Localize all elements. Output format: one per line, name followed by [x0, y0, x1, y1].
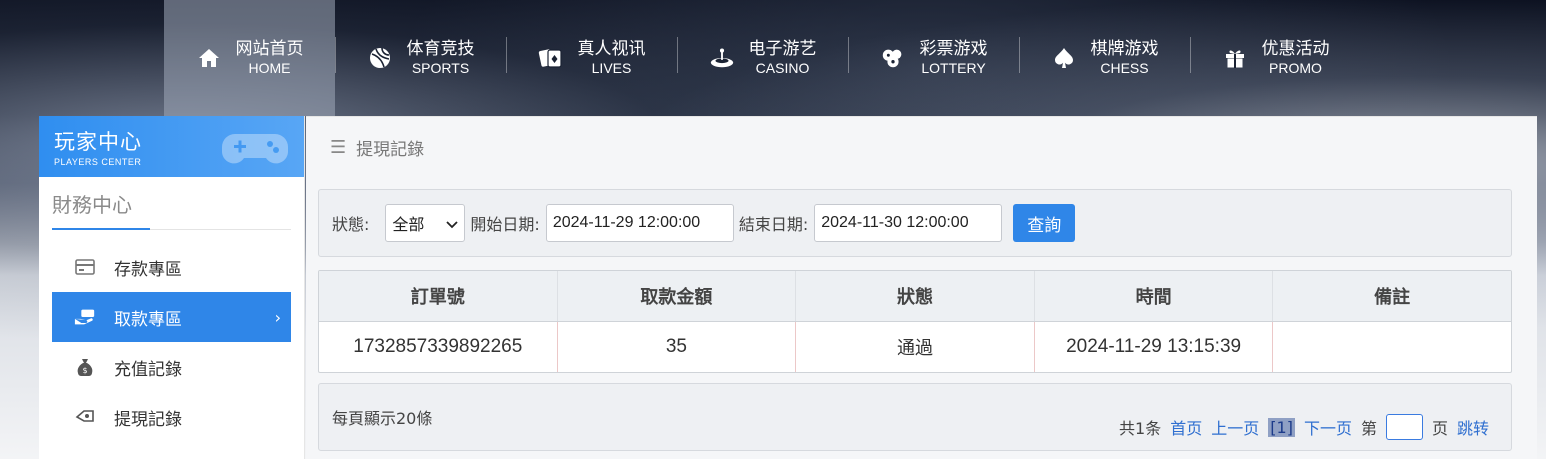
- query-button[interactable]: 查詢: [1013, 204, 1076, 242]
- nav-promo-cn: 优惠活动: [1261, 38, 1330, 59]
- header-time: 時間: [1035, 271, 1274, 321]
- spade-icon: [1051, 45, 1077, 71]
- sidebar-item-label: 提現記錄: [114, 409, 182, 430]
- jump-link[interactable]: 跳转: [1457, 415, 1489, 439]
- top-nav: 网站首页 HOME 体育竞技 SPORTS 真人视讯 LIVES 电子游艺 CA…: [164, 0, 1361, 116]
- nav-sports-en: SPORTS: [411, 59, 470, 76]
- nav-lives-cn: 真人视讯: [577, 38, 646, 59]
- sidebar-item-label: 充值記錄: [114, 359, 182, 380]
- table-header-row: 訂單號 取款金額 狀態 時間 備註: [319, 271, 1511, 322]
- main-panel: ☰ 提現記錄 狀態: 全部 開始日期: 2024-11-29 12:00:00 …: [306, 116, 1537, 459]
- nav-lottery[interactable]: 彩票游戏 LOTTERY: [848, 0, 1019, 116]
- cell-time: 2024-11-29 13:15:39: [1035, 322, 1274, 372]
- nav-lottery-cn: 彩票游戏: [919, 38, 988, 59]
- deposit-card-icon: [74, 256, 96, 278]
- nav-chess[interactable]: 棋牌游戏 CHESS: [1019, 0, 1190, 116]
- nav-lives[interactable]: 真人视讯 LIVES: [506, 0, 677, 116]
- sidebar-item-label: 取款專區: [114, 309, 182, 330]
- pagination-bar: 每頁顯示20條 共1条 首页 上一页 [1] 下一页 第 页 跳转: [318, 383, 1512, 451]
- chevron-down-icon: [446, 214, 459, 233]
- money-bag-icon: $: [74, 356, 96, 378]
- nav-chess-cn: 棋牌游戏: [1090, 38, 1159, 59]
- header-amount: 取款金額: [558, 271, 797, 321]
- nav-sports-cn: 体育竞技: [406, 38, 475, 59]
- nav-promo-en: PROMO: [1269, 59, 1322, 76]
- cell-amount: 35: [558, 322, 797, 372]
- finance-center-title: 財務中心: [52, 189, 291, 230]
- header-order-no: 訂單號: [319, 271, 558, 321]
- roulette-icon: [709, 45, 735, 71]
- header-remark: 備註: [1374, 287, 1411, 308]
- sidebar: 玩家中心 PLAYERS CENTER 財務中心 存款專區 取款專區 › $ 充…: [39, 116, 305, 459]
- nav-casino-cn: 电子游艺: [748, 38, 817, 59]
- sidebar-item-withdraw[interactable]: 取款專區 ›: [52, 292, 291, 342]
- ball-icon: [367, 45, 393, 71]
- start-date-label: 開始日期:: [470, 215, 540, 234]
- status-select[interactable]: 全部: [385, 204, 466, 242]
- page-title: 提現記錄: [356, 140, 425, 160]
- withdraw-records-table: 訂單號 取款金額 狀態 時間 備註 1732857339892265 35 通過…: [318, 270, 1512, 373]
- page-prefix: 第: [1360, 419, 1377, 438]
- nav-chess-en: CHESS: [1100, 59, 1149, 76]
- chevron-right-icon: ›: [274, 307, 281, 327]
- svg-text:$: $: [82, 366, 87, 375]
- nav-lottery-en: LOTTERY: [921, 59, 986, 76]
- cell-remark: [1273, 322, 1511, 372]
- gamepad-icon: [220, 122, 290, 176]
- prev-page-link[interactable]: 上一页: [1211, 415, 1259, 439]
- cards-icon: [538, 45, 564, 71]
- nav-home-cn: 网站首页: [235, 38, 304, 59]
- withdraw-hand-icon: [74, 306, 96, 328]
- sidebar-item-recharge-records[interactable]: $ 充值記錄: [52, 342, 291, 392]
- nav-casino[interactable]: 电子游艺 CASINO: [677, 0, 848, 116]
- nav-sports[interactable]: 体育竞技 SPORTS: [335, 0, 506, 116]
- pagination-controls: 共1条 首页 上一页 [1] 下一页 第 页 跳转: [1119, 394, 1489, 440]
- nav-promo[interactable]: 优惠活动 PROMO: [1190, 0, 1361, 116]
- cell-status: 通過: [796, 322, 1035, 372]
- lottery-balls-icon: [880, 45, 906, 71]
- nav-lives-en: LIVES: [591, 59, 632, 76]
- status-select-value: 全部: [392, 215, 425, 234]
- status-label: 狀態:: [332, 215, 370, 234]
- withdraw-record-icon: [74, 406, 96, 428]
- first-page-link[interactable]: 首页: [1170, 415, 1202, 439]
- start-date-input[interactable]: 2024-11-29 12:00:00: [545, 204, 734, 242]
- total-count: 共1条: [1119, 419, 1162, 438]
- next-page-link[interactable]: 下一页: [1304, 415, 1352, 439]
- filter-bar: 狀態: 全部 開始日期: 2024-11-29 12:00:00 結束日期: 2…: [318, 189, 1512, 257]
- end-date-label: 結束日期:: [738, 215, 809, 234]
- breadcrumb: ☰ 提現記錄: [306, 117, 1537, 178]
- per-page-text: 每頁顯示20條: [332, 409, 433, 428]
- end-date-input[interactable]: 2024-11-30 12:00:00: [814, 204, 1003, 242]
- menu-icon: ☰: [330, 137, 347, 158]
- gift-icon: [1222, 45, 1248, 71]
- nav-casino-en: CASINO: [755, 59, 810, 76]
- nav-home-en: HOME: [248, 59, 291, 76]
- sidebar-menu: 存款專區 取款專區 › $ 充值記錄 提現記錄: [52, 242, 291, 442]
- table-row: 1732857339892265 35 通過 2024-11-29 13:15:…: [319, 322, 1511, 372]
- sidebar-item-withdraw-records[interactable]: 提現記錄: [52, 392, 291, 442]
- sidebar-item-label: 存款專區: [114, 259, 182, 280]
- page-number-input[interactable]: [1385, 414, 1423, 440]
- home-icon: [196, 45, 222, 71]
- header-status: 狀態: [796, 271, 1035, 321]
- nav-home[interactable]: 网站首页 HOME: [164, 0, 335, 116]
- current-page: [1]: [1268, 417, 1295, 437]
- sidebar-item-deposit[interactable]: 存款專區: [52, 242, 291, 292]
- cell-order-no: 1732857339892265: [319, 322, 558, 372]
- players-center-banner: 玩家中心 PLAYERS CENTER: [39, 116, 304, 177]
- page-suffix: 页: [1431, 419, 1448, 438]
